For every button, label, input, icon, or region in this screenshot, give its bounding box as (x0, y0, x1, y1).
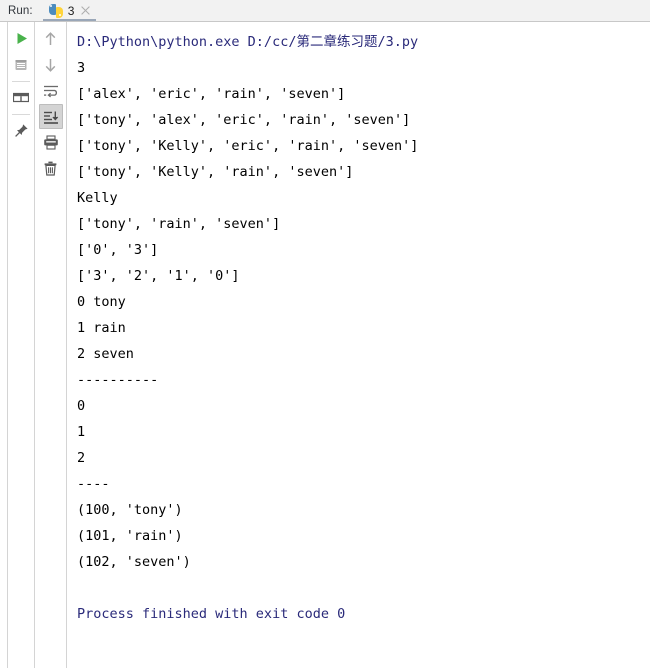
scroll-to-end-icon (43, 111, 58, 124)
up-the-stack-trace-button[interactable] (39, 26, 63, 51)
rerun-button[interactable] (9, 26, 33, 51)
run-toolbar-header: Run: 3 (0, 0, 650, 22)
console-line: 0 (77, 398, 86, 414)
stop-button[interactable] (9, 52, 33, 77)
console-line: 2 (77, 450, 86, 466)
layout-button[interactable] (9, 85, 33, 110)
console-line: (101, 'rain') (77, 528, 183, 544)
close-icon[interactable] (80, 5, 91, 16)
run-tab-label: 3 (67, 3, 75, 18)
play-icon (17, 33, 27, 44)
python-file-icon (48, 3, 63, 18)
console-line: Process finished with exit code 0 (77, 606, 346, 622)
console-line: 0 tony (77, 294, 126, 310)
console-line: ['0', '3'] (77, 242, 159, 258)
clear-all-button[interactable] (39, 156, 63, 181)
console-line: ['tony', 'Kelly', 'eric', 'rain', 'seven… (77, 138, 419, 154)
arrow-up-icon (45, 31, 56, 45)
console-line: 1 (77, 424, 86, 440)
pin-tab-button[interactable] (9, 118, 33, 143)
run-label: Run: (8, 4, 33, 17)
console-line: ['3', '2', '1', '0'] (77, 268, 240, 284)
run-tab-3[interactable]: 3 (42, 0, 97, 21)
console-line: (102, 'seven') (77, 554, 191, 570)
console-line: Kelly (77, 190, 118, 206)
soft-wrap-button[interactable] (39, 78, 63, 103)
columns-icon (13, 92, 29, 102)
console-line: ['alex', 'eric', 'rain', 'seven'] (77, 86, 346, 102)
pin-icon (14, 124, 28, 137)
console-output-area[interactable]: D:\Python\python.exe D:/cc/第二章练习题/3.py 3 [… (67, 22, 650, 668)
toolbar-separator (12, 114, 30, 115)
console-line: ['tony', 'alex', 'eric', 'rain', 'seven'… (77, 112, 411, 128)
console-line: 1 rain (77, 320, 126, 336)
console-line: D:\Python\python.exe D:/cc/第二章练习题/3.py (77, 34, 419, 50)
trash-icon (44, 161, 57, 176)
printer-icon (43, 135, 58, 150)
console-line: 3 (77, 60, 86, 76)
arrow-down-icon (45, 58, 56, 72)
console-lines: D:\Python\python.exe D:/cc/第二章练习题/3.py 3 [… (77, 29, 650, 627)
console-line: ---- (77, 476, 110, 492)
toolbar-separator (12, 81, 30, 82)
stop-icon (15, 59, 27, 70)
console-line: (100, 'tony') (77, 502, 183, 518)
print-button[interactable] (39, 130, 63, 155)
run-window-body: D:\Python\python.exe D:/cc/第二章练习题/3.py 3 [… (0, 22, 650, 668)
run-tool-window: Run: 3 D:\Python\python.exe D:/cc/第二章练习题… (0, 0, 650, 668)
left-gutter-strip (0, 22, 8, 668)
scroll-to-end-button[interactable] (38, 104, 63, 129)
console-line: ---------- (77, 372, 159, 388)
down-the-stack-trace-button[interactable] (39, 52, 63, 77)
run-actions-toolbar-left (8, 22, 35, 668)
console-line: ['tony', 'Kelly', 'rain', 'seven'] (77, 164, 354, 180)
soft-wrap-icon (43, 85, 58, 97)
run-actions-toolbar-right (35, 22, 67, 668)
console-line: 2 seven (77, 346, 134, 362)
console-line: ['tony', 'rain', 'seven'] (77, 216, 281, 232)
